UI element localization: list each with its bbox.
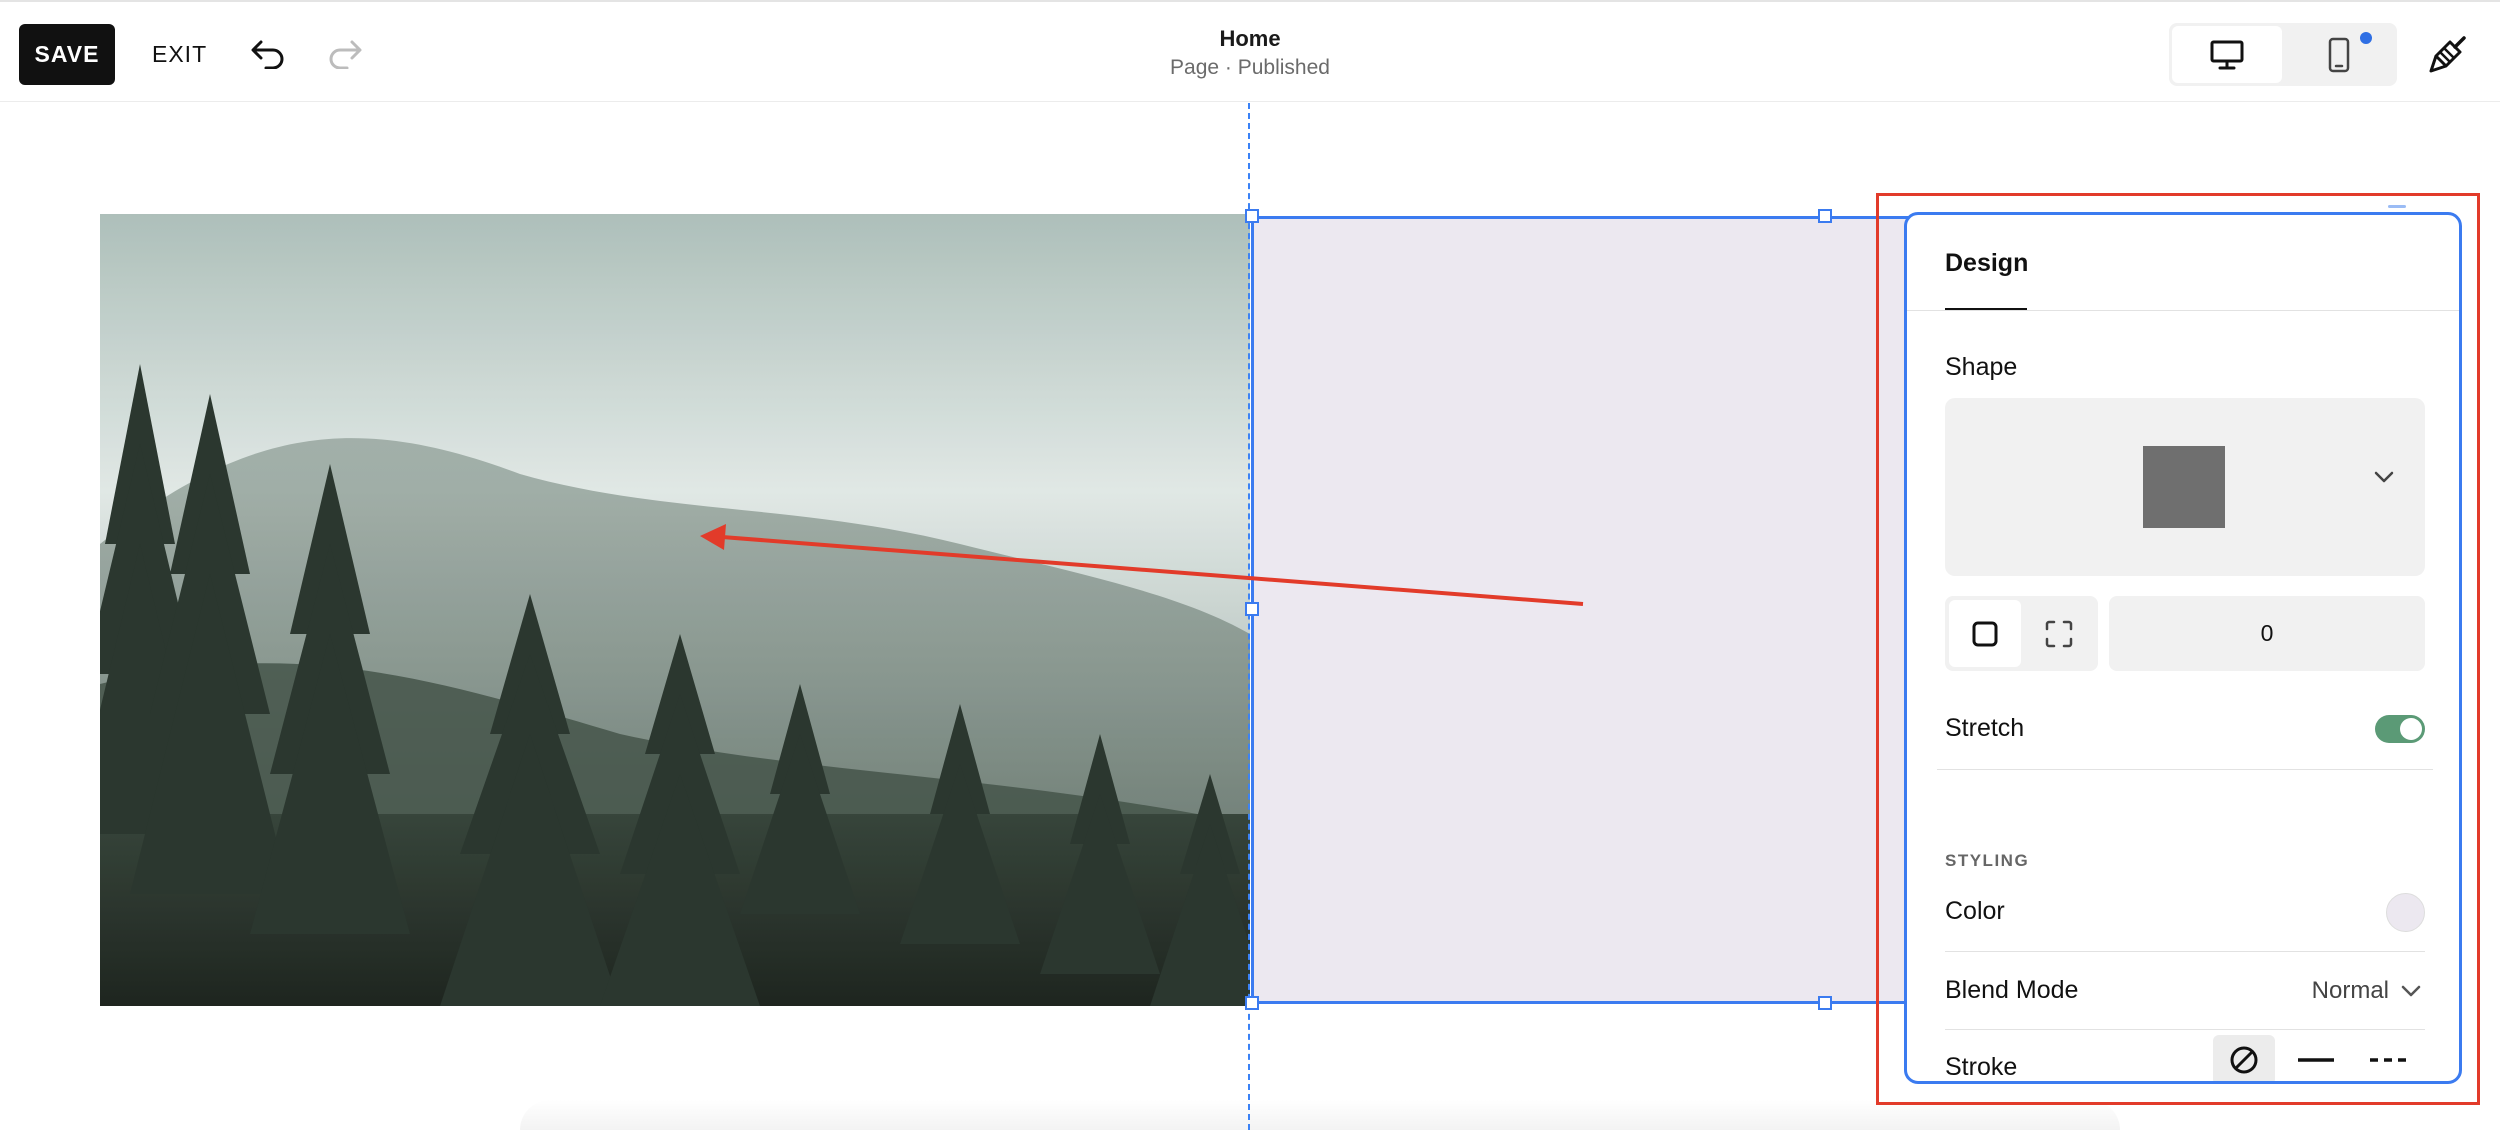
resize-handle[interactable]	[1245, 209, 1259, 223]
page-status: Page · Published	[1170, 56, 1330, 79]
resize-handle[interactable]	[1818, 209, 1832, 223]
desktop-view-button[interactable]	[2172, 26, 2282, 83]
mobile-view-button[interactable]	[2284, 26, 2394, 83]
resize-handle[interactable]	[1245, 996, 1259, 1010]
shape-block-selected[interactable]	[1251, 216, 1911, 1004]
page-title: Home	[1219, 26, 1281, 51]
resize-handle[interactable]	[1818, 996, 1832, 1010]
paintbrush-icon	[2429, 36, 2466, 73]
notification-dot	[2360, 32, 2372, 44]
annotation-highlight-box	[1876, 193, 2480, 1105]
undo-icon[interactable]	[240, 26, 296, 82]
redo-icon[interactable]	[317, 26, 373, 82]
alignment-guide	[1248, 103, 1250, 1130]
resize-handle[interactable]	[1245, 602, 1259, 616]
save-button[interactable]: SAVE	[19, 24, 115, 85]
exit-button[interactable]: EXIT	[140, 24, 219, 85]
site-styles-button[interactable]	[2420, 26, 2476, 82]
forest-image-block[interactable]	[100, 214, 1250, 1006]
mobile-icon	[2328, 37, 2350, 72]
editor-toolbar: SAVE EXIT Home Page · Published	[0, 0, 2500, 102]
desktop-icon	[2210, 40, 2244, 69]
